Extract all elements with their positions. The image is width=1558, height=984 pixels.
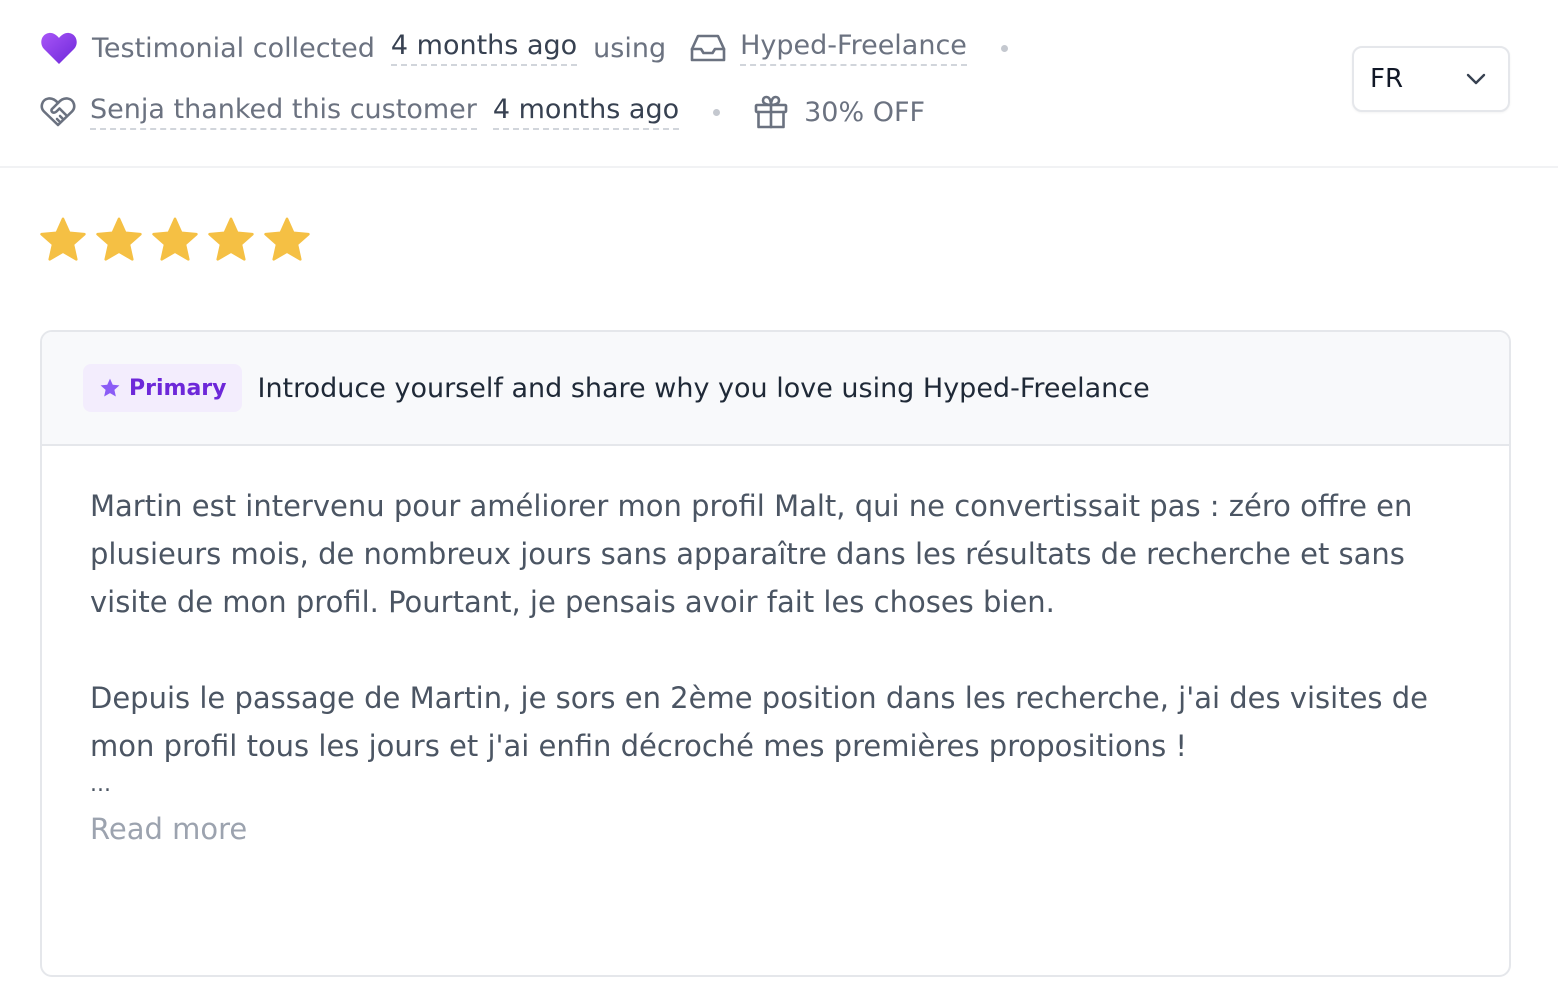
collected-label: Testimonial collected [92,32,375,64]
thanked-label[interactable]: Senja thanked this customer [90,94,477,130]
language-select[interactable]: FR [1352,46,1510,112]
star-icon [264,217,310,261]
star-icon [40,217,86,261]
heart-icon [40,31,78,65]
chevron-down-icon [1466,73,1486,85]
language-select-value: FR [1370,64,1404,94]
question-text: Introduce yourself and share why you lov… [257,372,1150,404]
thanked-time[interactable]: 4 months ago [492,94,680,130]
testimonial-body: Martin est intervenu pour améliorer mon … [42,446,1509,856]
collected-time[interactable]: 4 months ago [390,30,578,66]
star-icon [96,217,142,261]
separator-dot [1000,44,1008,52]
read-more-link[interactable]: Read more [90,802,1461,856]
testimonial-paragraph: Martin est intervenu pour améliorer mon … [90,489,1413,619]
discount-label: 30% OFF [804,96,926,128]
inbox-icon [690,33,726,63]
source-link[interactable]: Hyped-Freelance [740,30,967,66]
truncation-ellipsis: ... [90,772,111,797]
separator-dot [713,108,721,116]
gift-icon [754,95,788,129]
primary-badge: Primary [83,364,243,412]
testimonial-meta-header: Testimonial collected 4 months ago using… [0,0,1558,168]
heart-handshake-icon [40,96,76,128]
question-header: Primary Introduce yourself and share why… [42,332,1509,446]
using-label: using [593,32,667,64]
testimonial-card: Primary Introduce yourself and share why… [40,330,1511,977]
thanked-row: Senja thanked this customer 4 months ago… [40,90,925,134]
star-icon [99,377,121,399]
primary-badge-label: Primary [129,375,227,401]
testimonial-paragraph: Depuis le passage de Martin, je sors en … [90,681,1428,763]
star-rating [38,215,312,265]
star-icon [208,217,254,261]
star-icon [152,217,198,261]
collected-row: Testimonial collected 4 months ago using… [40,26,1008,70]
